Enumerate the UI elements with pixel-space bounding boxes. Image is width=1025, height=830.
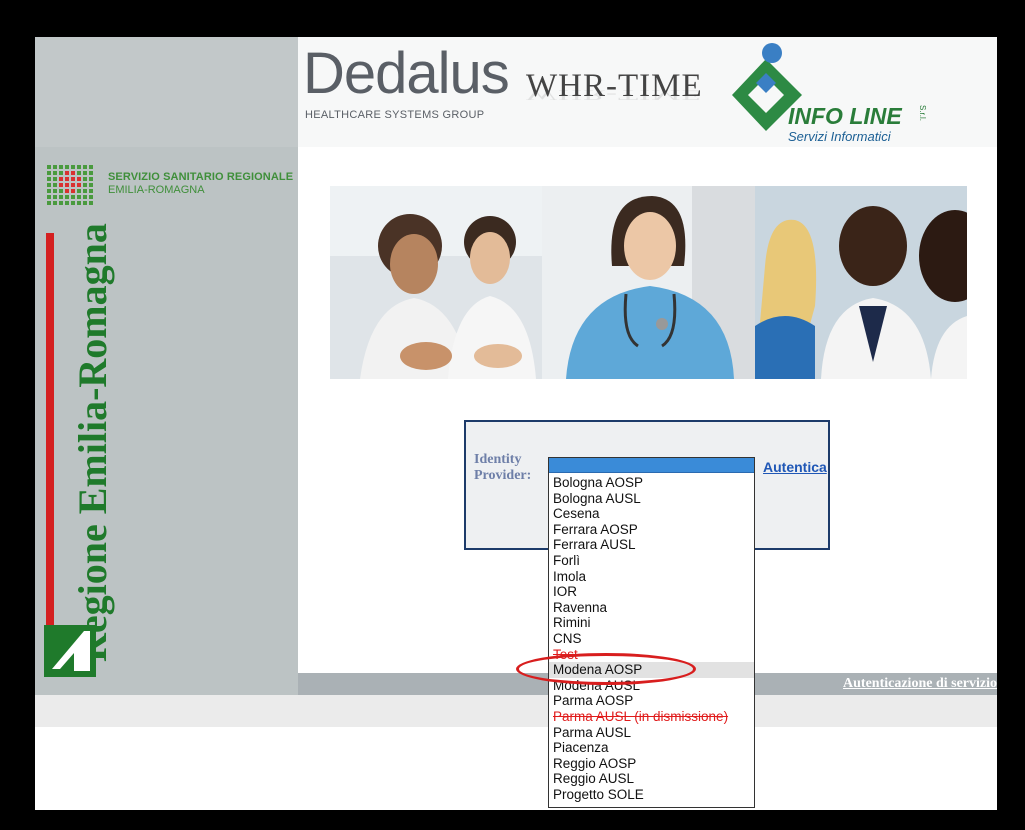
dropdown-option[interactable]: CNS [549, 631, 754, 647]
dropdown-option[interactable]: Parma AOSP [549, 693, 754, 709]
staff-banner [330, 186, 967, 379]
dropdown-option[interactable]: Cesena [549, 506, 754, 522]
identity-provider-label: Identity Provider: [474, 452, 532, 483]
dropdown-option[interactable]: Imola [549, 569, 754, 585]
infoline-name: INFO LINE [788, 103, 902, 129]
left-header-panel [35, 37, 298, 147]
dropdown-selected-value[interactable] [549, 458, 754, 473]
footer-strip [35, 695, 997, 727]
dropdown-option[interactable]: Ravenna [549, 600, 754, 616]
dropdown-option[interactable]: Ferrara AOSP [549, 522, 754, 538]
dropdown-options-list: Bologna AOSP Bologna AUSL Cesena Ferrara AO… [549, 473, 754, 802]
dropdown-option[interactable]: Progetto SOLE [549, 787, 754, 803]
dropdown-option[interactable]: Modena AOSP [549, 662, 754, 678]
dropdown-option[interactable]: Rimini [549, 615, 754, 631]
page-frame: SERVIZIO SANITARIO REGIONALE EMILIA-ROMA… [35, 37, 997, 810]
dropdown-option[interactable]: IOR [549, 584, 754, 600]
identity-provider-dropdown[interactable]: Bologna AOSP Bologna AUSL Cesena Ferrara AO… [548, 457, 755, 808]
dropdown-option[interactable]: Bologna AOSP [549, 475, 754, 491]
region-name: Regione Emilia-Romagna [70, 223, 115, 662]
infoline-tagline: Servizi Informatici [788, 129, 891, 144]
dropdown-option[interactable]: Bologna AUSL [549, 491, 754, 507]
dedalus-tagline: HEALTHCARE SYSTEMS GROUP [305, 109, 485, 121]
dropdown-option[interactable]: Parma AUSL (in dismissione) [549, 709, 754, 725]
service-authentication-link[interactable]: Autenticazione di servizio [843, 676, 997, 692]
dropdown-option[interactable]: Piacenza [549, 740, 754, 756]
ssr-logo-icon [47, 165, 93, 205]
dropdown-option[interactable]: Reggio AUSL [549, 771, 754, 787]
authenticate-link[interactable]: Autentica [763, 459, 827, 475]
dropdown-option[interactable]: Reggio AOSP [549, 756, 754, 772]
nurse-photo [542, 186, 755, 379]
clapping-staff-photo [330, 186, 542, 379]
ssr-subtitle: EMILIA-ROMAGNA [108, 184, 205, 196]
region-sidebar: SERVIZIO SANITARIO REGIONALE EMILIA-ROMA… [35, 147, 298, 695]
doctors-photo [755, 186, 967, 379]
ssr-title: SERVIZIO SANITARIO REGIONALE [108, 171, 294, 183]
infoline-srl: S.r.l. [918, 105, 927, 122]
dropdown-option[interactable]: Test [549, 647, 754, 663]
region-logo-icon [44, 625, 96, 677]
header: Dedalus HEALTHCARE SYSTEMS GROUP WHR-TIM… [298, 37, 997, 147]
dropdown-option[interactable]: Parma AUSL [549, 725, 754, 741]
dropdown-option[interactable]: Ferrara AUSL [549, 537, 754, 553]
product-name-reflection: WHR-TIME [526, 86, 703, 103]
dropdown-option[interactable]: Modena AUSL [549, 678, 754, 694]
region-red-bar [46, 233, 54, 633]
dedalus-logo: Dedalus [303, 41, 510, 106]
dropdown-option[interactable]: Forlì [549, 553, 754, 569]
